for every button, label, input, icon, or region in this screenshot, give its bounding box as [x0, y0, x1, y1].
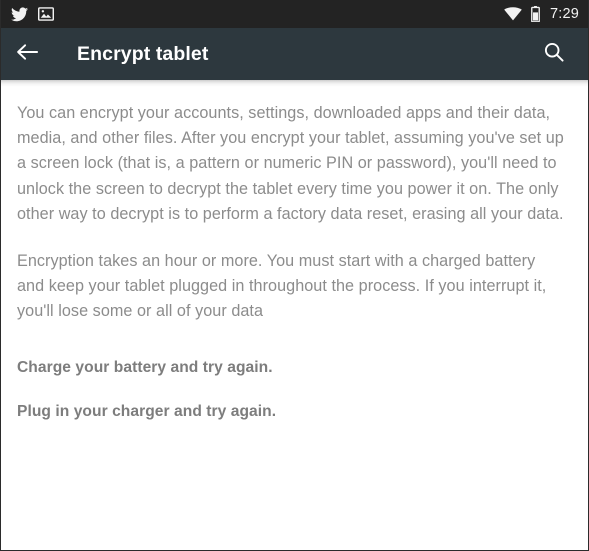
- description-paragraph-2: Encryption takes an hour or more. You mu…: [17, 252, 547, 321]
- status-bar-right-icons: 7:29: [495, 6, 579, 22]
- back-button[interactable]: [1, 28, 53, 80]
- app-toolbar: Encrypt tablet: [1, 28, 588, 80]
- search-icon: [543, 41, 565, 68]
- page-title: Encrypt tablet: [77, 42, 209, 65]
- status-bar-left-icons: [11, 6, 64, 22]
- twitter-icon: [11, 6, 28, 22]
- encryption-info-body: You can encrypt your accounts, settings,…: [1, 87, 588, 550]
- warning-charge-battery: Charge your battery and try again.: [17, 358, 273, 376]
- search-button[interactable]: [528, 28, 580, 80]
- encrypt-tablet-screen: 7:29 Encrypt tablet You can encrypt your…: [0, 0, 589, 551]
- toolbar-shadow: [1, 80, 588, 87]
- description-paragraph-1: You can encrypt your accounts, settings,…: [17, 104, 564, 223]
- arrow-back-icon: [16, 42, 39, 67]
- status-bar: 7:29: [1, 0, 588, 28]
- image-icon: [38, 7, 54, 21]
- battery-icon: [531, 6, 540, 22]
- wifi-icon: [504, 7, 522, 21]
- status-bar-clock: 7:29: [549, 6, 579, 22]
- warning-plug-in-charger: Plug in your charger and try again.: [17, 402, 277, 420]
